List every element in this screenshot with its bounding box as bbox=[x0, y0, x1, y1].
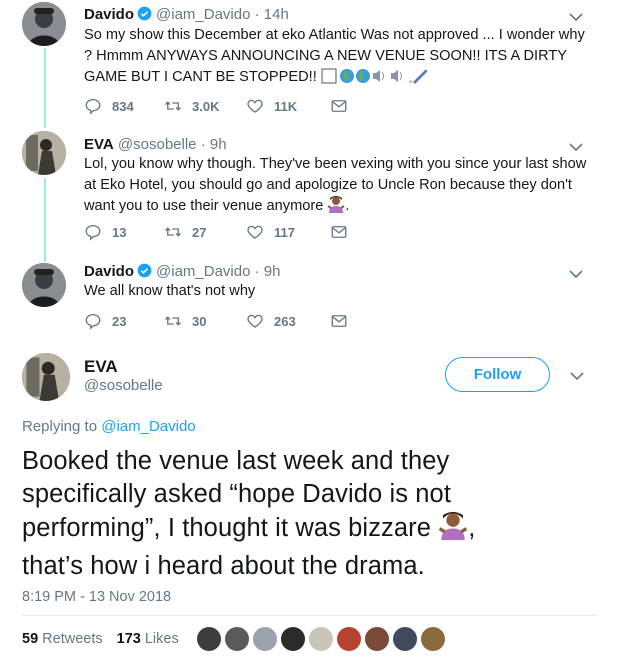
tweet-timestamp[interactable]: 8:19 PM - 13 Nov 2018 bbox=[22, 589, 171, 605]
like-icon bbox=[247, 99, 263, 113]
like-count: 117 bbox=[274, 224, 295, 240]
author-name[interactable]: Davido bbox=[84, 6, 134, 23]
liker-avatar[interactable] bbox=[224, 626, 250, 652]
retweet-button[interactable]: 3.0K bbox=[164, 97, 246, 115]
thread-line bbox=[44, 178, 46, 262]
chevron-down-icon[interactable] bbox=[570, 371, 584, 381]
tweet-actions: 834 3.0K 11K bbox=[84, 96, 358, 116]
verified-badge-icon bbox=[137, 263, 152, 278]
like-button[interactable]: 263 bbox=[246, 312, 330, 330]
like-count: 11K bbox=[274, 98, 298, 114]
main-text-line-3-end: , bbox=[468, 514, 476, 542]
message-button[interactable] bbox=[330, 312, 358, 330]
divider bbox=[22, 615, 597, 616]
replying-handle-link[interactable]: @iam_Davido bbox=[101, 418, 195, 435]
avatar[interactable] bbox=[22, 353, 70, 401]
message-icon bbox=[331, 315, 347, 327]
tweet-actions: 23 30 263 bbox=[84, 311, 358, 331]
main-tweet-text: Booked the venue last week and they spec… bbox=[22, 445, 602, 583]
message-button[interactable] bbox=[330, 97, 358, 115]
chevron-down-icon[interactable] bbox=[569, 142, 583, 152]
reply-button[interactable]: 23 bbox=[84, 312, 164, 330]
tweet-time[interactable]: · 14h bbox=[255, 6, 289, 23]
tweet-text-content: We all know that's not why bbox=[84, 283, 256, 299]
tweet-text: Lol, you know why though. They've been v… bbox=[84, 154, 589, 220]
message-icon bbox=[331, 226, 347, 238]
retweet-icon bbox=[165, 227, 181, 237]
reply-icon bbox=[85, 313, 101, 330]
reply-button[interactable]: 834 bbox=[84, 97, 164, 115]
retweets-label: Retweets bbox=[42, 631, 103, 647]
tweet-stats: 59 Retweets 173 Likes bbox=[22, 631, 179, 647]
tweet-actions: 13 27 117 bbox=[84, 222, 358, 242]
retweet-count: 27 bbox=[192, 224, 207, 240]
reply-button[interactable]: 13 bbox=[84, 223, 164, 241]
retweet-count: 30 bbox=[192, 313, 207, 329]
tweet-time[interactable]: · 9h bbox=[201, 136, 227, 153]
main-text-line: performing”, I thought it was bizzare , bbox=[22, 511, 602, 550]
replying-to: Replying to @iam_Davido bbox=[22, 418, 196, 435]
chevron-down-icon[interactable] bbox=[569, 12, 583, 22]
shrug-emoji bbox=[327, 196, 345, 220]
avatar[interactable] bbox=[22, 2, 66, 46]
retweet-icon bbox=[165, 316, 181, 326]
chevron-down-icon[interactable] bbox=[569, 269, 583, 279]
retweet-icon bbox=[165, 101, 181, 111]
thread-line bbox=[44, 48, 46, 128]
reply-icon bbox=[85, 98, 101, 115]
tweet-header: Davido @iam_Davido · 14h bbox=[84, 6, 289, 23]
reply-icon bbox=[85, 224, 101, 241]
emoji-sequence bbox=[321, 68, 439, 91]
message-icon bbox=[331, 100, 347, 112]
likes-stat[interactable]: 173 Likes bbox=[117, 631, 179, 647]
like-button[interactable]: 117 bbox=[246, 223, 330, 241]
like-button[interactable]: 11K bbox=[246, 97, 330, 115]
likes-label: Likes bbox=[144, 631, 179, 647]
like-icon bbox=[247, 225, 263, 239]
author-name[interactable]: Davido bbox=[84, 263, 134, 280]
tweet-header: EVA @sosobelle · 9h bbox=[84, 136, 227, 153]
liker-avatar[interactable] bbox=[196, 626, 222, 652]
author-name[interactable]: EVA bbox=[84, 357, 118, 377]
replying-prefix: Replying to bbox=[22, 418, 98, 435]
liker-avatar[interactable] bbox=[336, 626, 362, 652]
shrug-emoji bbox=[438, 511, 468, 550]
tweet-time[interactable]: · 9h bbox=[255, 263, 281, 280]
like-count: 263 bbox=[274, 313, 296, 329]
follow-button[interactable]: Follow bbox=[445, 357, 550, 392]
author-handle[interactable]: @iam_Davido bbox=[156, 6, 250, 23]
retweet-count: 3.0K bbox=[192, 98, 220, 114]
liker-avatar[interactable] bbox=[280, 626, 306, 652]
author-handle[interactable]: @sosobelle bbox=[84, 377, 163, 394]
avatar[interactable] bbox=[22, 263, 66, 307]
retweet-button[interactable]: 27 bbox=[164, 223, 246, 241]
main-text-line: specifically asked “hope Davido is not bbox=[22, 480, 452, 508]
tweet-text: We all know that's not why bbox=[84, 281, 589, 302]
liker-avatars bbox=[196, 626, 448, 652]
liker-avatar[interactable] bbox=[308, 626, 334, 652]
main-text-line-3: performing”, I thought it was bizzare bbox=[22, 514, 432, 542]
liker-avatar[interactable] bbox=[420, 626, 446, 652]
author-handle[interactable]: @iam_Davido bbox=[156, 263, 250, 280]
retweets-stat[interactable]: 59 Retweets bbox=[22, 631, 103, 647]
message-button[interactable] bbox=[330, 223, 358, 241]
like-icon bbox=[247, 314, 263, 328]
liker-avatar[interactable] bbox=[364, 626, 390, 652]
verified-badge-icon bbox=[137, 6, 152, 21]
main-text-line: Booked the venue last week and they bbox=[22, 447, 450, 475]
like-total: 173 bbox=[116, 631, 141, 647]
avatar[interactable] bbox=[22, 131, 66, 175]
tweet-text: So my show this December at eko Atlantic… bbox=[84, 25, 589, 91]
reply-count: 13 bbox=[112, 224, 127, 240]
liker-avatar[interactable] bbox=[252, 626, 278, 652]
main-text-line: that’s how i heard about the drama. bbox=[22, 552, 425, 580]
author-handle[interactable]: @sosobelle bbox=[118, 136, 197, 153]
reply-count: 834 bbox=[112, 98, 134, 114]
retweet-total: 59 bbox=[22, 631, 39, 647]
retweet-button[interactable]: 30 bbox=[164, 312, 246, 330]
liker-avatar[interactable] bbox=[392, 626, 418, 652]
tweet-header: Davido @iam_Davido · 9h bbox=[84, 263, 280, 280]
reply-count: 23 bbox=[112, 313, 127, 329]
author-name[interactable]: EVA bbox=[84, 136, 114, 153]
